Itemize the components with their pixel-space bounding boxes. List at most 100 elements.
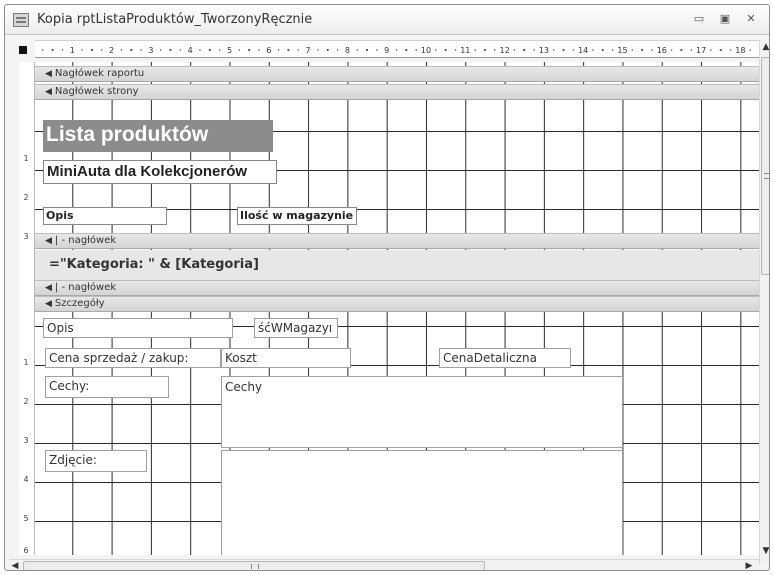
section-expand-icon: ◀ xyxy=(45,87,52,97)
report-title-label[interactable]: Lista produktów xyxy=(43,120,273,152)
ruler-number: 6 xyxy=(23,546,29,555)
ruler-ticks: 1 2 3 4 5 6 7 8 9 10 11 12 13 14 15 16 17 18 xyxy=(42,46,751,55)
ruler-tick xyxy=(218,49,221,51)
ruler-tick xyxy=(248,48,251,52)
ruler-tick xyxy=(710,49,712,51)
scroll-down-icon[interactable]: ▼ xyxy=(760,544,769,558)
zdjecie-image-frame[interactable] xyxy=(221,450,623,555)
section-label: Szczegóły xyxy=(54,298,105,309)
scroll-right-icon[interactable]: ▶ xyxy=(743,559,755,570)
ruler-number: 6 xyxy=(266,46,271,55)
ruler-number: 12 xyxy=(500,46,510,55)
section-detail[interactable]: ◀ Szczegóły xyxy=(35,296,759,312)
section-expand-icon: ◀ xyxy=(45,283,52,293)
design-canvas[interactable]: ◀ Nagłówek raportu ◀ Nagłówek strony Lista… xyxy=(35,62,759,555)
category-expression-textbox[interactable]: ="Kategoria: " & [Kategoria] xyxy=(49,255,259,275)
ruler-number: 14 xyxy=(578,46,588,55)
ruler-tick xyxy=(277,49,280,51)
restore-button[interactable]: ▣ xyxy=(717,11,733,27)
ruler-number: 7 xyxy=(306,46,311,55)
ruler-tick xyxy=(611,49,614,51)
ruler-tick xyxy=(483,48,486,52)
ruler-tick xyxy=(494,49,496,51)
section-label: Nagłówek raportu xyxy=(54,68,145,79)
window-title: Kopia rptListaProduktów_TworzonyRęcznie xyxy=(37,12,313,27)
vertical-ruler[interactable]: 1 2 3 1 2 3 4 5 6 xyxy=(19,62,35,555)
ruler-tick xyxy=(719,48,722,52)
section-group-header[interactable]: ◀ | - nagłówek xyxy=(35,233,759,249)
ruler-tick xyxy=(297,49,300,51)
koszt-textbox[interactable]: Koszt xyxy=(221,348,351,368)
ruler-tick xyxy=(199,49,201,51)
grip-icon xyxy=(251,564,259,569)
select-report-button[interactable] xyxy=(19,46,27,54)
section-page-header[interactable]: ◀ Nagłówek strony xyxy=(35,84,759,100)
ruler-tick xyxy=(120,49,123,51)
section-expand-icon: ◀ xyxy=(45,69,52,79)
scroll-left-icon[interactable]: ◀ xyxy=(9,559,21,570)
close-button[interactable]: ✕ xyxy=(743,11,759,27)
ruler-number: 2 xyxy=(23,397,29,406)
stock-textbox[interactable]: śćWMagazyı xyxy=(254,318,338,338)
column-header-opis[interactable]: Opis xyxy=(43,207,167,225)
ruler-tick xyxy=(651,49,653,51)
report-icon xyxy=(13,13,29,27)
ruler-number: 1 xyxy=(23,154,29,163)
zdjecie-label[interactable]: Zdjęcie: xyxy=(45,450,147,472)
vertical-scrollbar[interactable]: ▲ ▼ xyxy=(759,40,769,565)
ruler-tick xyxy=(169,48,172,52)
horizontal-ruler[interactable]: 1 2 3 4 5 6 7 8 9 10 11 12 13 14 15 16 17 18 xyxy=(35,40,759,58)
horizontal-scroll-thumb[interactable] xyxy=(23,561,485,570)
cechy-textbox[interactable]: Cechy xyxy=(221,376,623,448)
grip-icon xyxy=(764,173,769,179)
ruler-tick xyxy=(326,48,329,52)
ruler-number: 17 xyxy=(696,46,706,55)
ruler-tick xyxy=(356,49,359,51)
section-expand-icon: ◀ xyxy=(45,236,52,246)
ruler-number: 3 xyxy=(23,436,29,445)
ruler-tick xyxy=(258,49,260,51)
section-group-header-2[interactable]: ◀ | - nagłówek xyxy=(35,280,759,296)
report-subtitle-label[interactable]: MiniAuta dla Kolekcjonerów xyxy=(43,160,277,184)
section-label: Nagłówek strony xyxy=(54,86,139,97)
ruler-tick xyxy=(641,48,644,52)
section-report-header[interactable]: ◀ Nagłówek raportu xyxy=(35,66,759,82)
ruler-tick xyxy=(454,49,457,51)
ruler-number: 9 xyxy=(384,46,389,55)
ruler-number: 4 xyxy=(188,46,193,55)
ruler-tick xyxy=(572,49,575,51)
opis-textbox[interactable]: Opis xyxy=(43,318,233,338)
ruler-tick xyxy=(562,48,565,52)
ruler-tick xyxy=(631,49,634,51)
section-label: | - nagłówek xyxy=(54,282,117,293)
title-bar[interactable]: Kopia rptListaProduktów_TworzonyRęcznie … xyxy=(5,5,769,35)
ruler-tick xyxy=(317,49,319,51)
ruler-tick xyxy=(690,49,693,51)
ruler-tick xyxy=(287,48,290,52)
ruler-number: 5 xyxy=(23,514,29,523)
ruler-tick xyxy=(208,48,211,52)
ruler-number: 4 xyxy=(23,475,29,484)
ruler-number: 16 xyxy=(657,46,667,55)
ruler-tick xyxy=(415,49,418,51)
ruler-number: 1 xyxy=(70,46,75,55)
ruler-tick xyxy=(90,48,93,52)
ruler-tick xyxy=(592,49,594,51)
cena-detaliczna-textbox[interactable]: CenaDetaliczna xyxy=(439,348,571,368)
ruler-tick xyxy=(444,48,447,52)
ruler-tick xyxy=(435,49,437,51)
ruler-number: 10 xyxy=(421,46,431,55)
ruler-tick xyxy=(680,48,683,52)
ruler-tick xyxy=(159,49,162,51)
scroll-up-icon[interactable]: ▲ xyxy=(760,40,769,54)
ruler-tick xyxy=(61,49,64,51)
ruler-tick xyxy=(523,48,526,52)
minimize-button[interactable]: ▭ xyxy=(691,11,707,27)
cechy-label[interactable]: Cechy: xyxy=(45,376,169,398)
horizontal-scrollbar[interactable]: ◀ ▶ xyxy=(9,559,759,570)
price-label[interactable]: Cena sprzedaż / zakup: xyxy=(45,348,221,368)
column-header-ilosc[interactable]: Ilość w magazynie xyxy=(237,207,357,225)
vertical-scroll-thumb[interactable] xyxy=(761,57,769,275)
ruler-number: 5 xyxy=(227,46,232,55)
ruler-tick xyxy=(140,49,142,51)
